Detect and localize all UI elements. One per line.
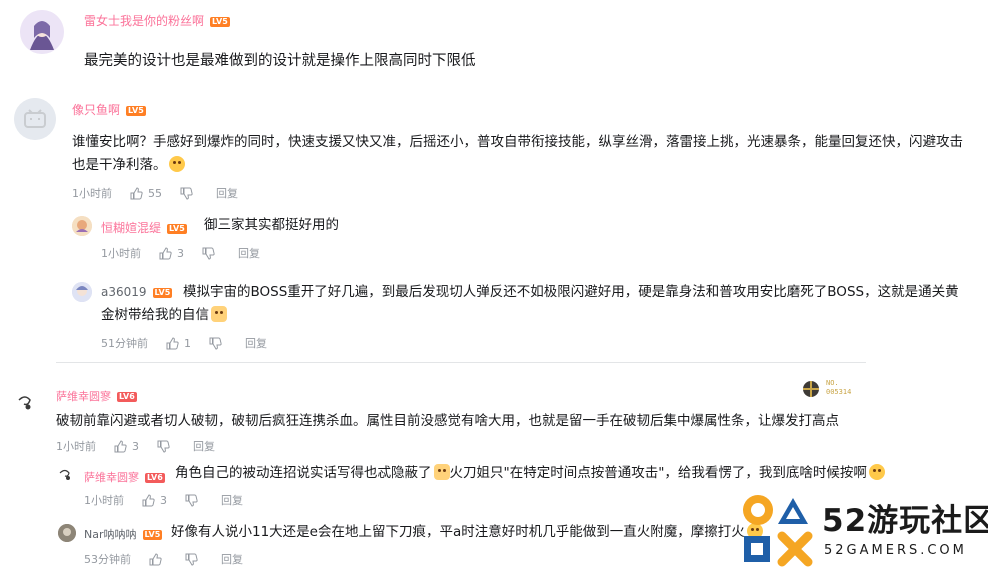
level-badge: LV5: [142, 530, 163, 540]
watermark-brand: 52游玩社区: [822, 503, 988, 539]
timestamp: 1小时前: [72, 187, 112, 200]
like-count: 1: [184, 336, 191, 350]
thumbs-up-icon: [159, 246, 172, 259]
thumbs-down-icon: [157, 440, 170, 453]
level-badge: LV5: [167, 223, 187, 234]
comment-meta: 1小时前 55 回复: [72, 185, 256, 201]
reply-button[interactable]: 回复: [221, 551, 243, 567]
avatar[interactable]: [14, 98, 56, 140]
like-count: 3: [177, 246, 184, 260]
thumbs-up-icon: [114, 439, 127, 452]
thumbs-up-icon: [130, 186, 143, 199]
reply-button[interactable]: 回复: [238, 245, 260, 261]
brand-logo-icon: [743, 495, 813, 567]
thumbs-up-icon: [142, 493, 155, 506]
cat-emoji-icon: [211, 306, 227, 322]
sketch-avatar-icon: [59, 469, 70, 480]
avatar[interactable]: [72, 216, 92, 236]
timestamp: 51分钟前: [101, 337, 148, 350]
reply-text: 御三家其实都挺好用的: [204, 217, 339, 233]
level-badge: LV5: [210, 16, 230, 27]
like-button[interactable]: 55: [130, 187, 162, 200]
reply-text: 好像有人说小11大还是e会在地上留下刀痕，平a时注意好时机几乎能做到一直火附魔，…: [171, 521, 763, 544]
thumbs-up-icon: [149, 552, 162, 565]
thumbs-down-icon: [185, 553, 198, 566]
comment-text: 最完美的设计也是最难做到的设计就是操作上限高同时下限低: [84, 53, 476, 69]
like-button[interactable]: 3: [114, 440, 139, 453]
reply-text: 模拟宇宙的BOSS重开了好几遍，到最后发现切人弹反还不如极限闪避好用，硬是靠身法…: [101, 284, 959, 323]
dislike-button[interactable]: [180, 187, 198, 200]
reply-button[interactable]: 回复: [193, 438, 215, 454]
avatar[interactable]: [58, 524, 76, 542]
reply-button[interactable]: 回复: [245, 335, 267, 351]
username[interactable]: 萨维幸圆寥 LV6: [84, 469, 165, 485]
thumbs-down-icon: [209, 337, 222, 350]
emoji-icon: [168, 156, 185, 172]
emoji-icon: [868, 464, 885, 480]
level-badge: LV5: [126, 105, 146, 116]
thumbs-down-icon: [185, 494, 198, 507]
thumbs-up-icon: [166, 336, 179, 349]
username[interactable]: 雷女士我是你的粉丝啊 LV5: [84, 12, 230, 29]
watermark-url: 52GAMERS.COM: [824, 543, 967, 558]
dislike-button[interactable]: [185, 553, 203, 566]
dislike-button[interactable]: [202, 247, 220, 260]
fan-badge-number: NO. 005314: [826, 379, 852, 396]
username[interactable]: 像只鱼啊 LV5: [72, 101, 146, 118]
like-button[interactable]: [149, 552, 167, 566]
dislike-button[interactable]: [157, 440, 175, 453]
avatar-image: [72, 216, 92, 236]
avatar-image: [58, 524, 76, 542]
timestamp: 53分钟前: [84, 553, 131, 566]
avatar[interactable]: [15, 392, 41, 414]
comment-meta: 53分钟前 回复: [84, 551, 261, 567]
comment-text: 谁懂安比啊？手感好到爆炸的同时，快速支援又快又准，后摇还小，普攻自带衔接技能，纵…: [72, 134, 963, 173]
cat-emoji-icon: [433, 464, 450, 480]
timestamp: 1小时前: [56, 440, 96, 453]
timestamp: 1小时前: [101, 247, 141, 260]
username[interactable]: 恒糊媗混缇 LV5: [101, 219, 187, 236]
thumbs-down-icon: [180, 187, 193, 200]
avatar-image: [20, 10, 64, 54]
default-avatar-icon: [14, 98, 56, 140]
reply-button[interactable]: 回复: [216, 185, 238, 201]
like-count: 3: [160, 493, 167, 507]
sketch-avatar-icon: [18, 396, 31, 410]
reply-text: 角色自己的被动连招说实话写得也忒隐蔽了 火刀姐只"在特定时间点按普通攻击"，给我看…: [175, 462, 885, 485]
username[interactable]: 萨维幸圆寥 LV6: [56, 388, 137, 404]
dislike-button[interactable]: [185, 494, 203, 507]
dislike-button[interactable]: [209, 337, 227, 350]
like-count: 3: [132, 439, 139, 453]
thumbs-down-icon: [202, 247, 215, 260]
comment-text: 破韧前靠闪避或者切人破韧，破韧后疯狂连携杀血。属性目前没感觉有啥大用，也就是留一…: [56, 413, 839, 429]
avatar[interactable]: [20, 10, 64, 54]
like-button[interactable]: 3: [159, 247, 184, 260]
username[interactable]: Nar呐呐呐 LV5: [84, 526, 163, 542]
level-badge: LV6: [145, 473, 165, 483]
watermark: 52游玩社区 52GAMERS.COM: [738, 490, 988, 573]
avatar-image: [72, 282, 92, 302]
reply-button[interactable]: 回复: [221, 492, 243, 508]
like-button[interactable]: 1: [166, 337, 191, 350]
comment-meta: 51分钟前 1 回复: [101, 335, 285, 351]
comment-meta: 1小时前 3 回复: [84, 492, 261, 508]
fan-badge: NO. 005314: [800, 378, 868, 400]
level-badge: LV6: [117, 392, 137, 402]
comment-meta: 1小时前 3 回复: [101, 245, 278, 261]
avatar[interactable]: [72, 282, 92, 302]
timestamp: 1小时前: [84, 494, 124, 507]
fan-badge-icon: [803, 381, 819, 397]
avatar[interactable]: [58, 467, 76, 483]
like-button[interactable]: 3: [142, 494, 167, 507]
like-count: 55: [148, 186, 162, 200]
comment-meta: 1小时前 3 回复: [56, 438, 233, 454]
divider: [56, 362, 866, 363]
